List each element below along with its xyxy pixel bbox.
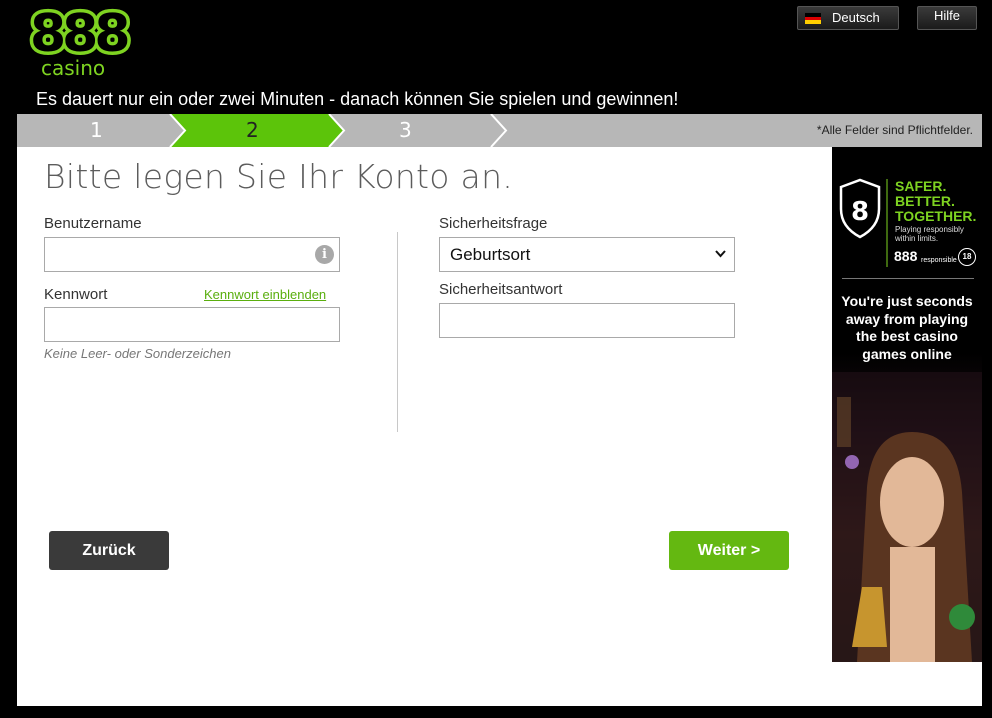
column-divider <box>397 232 398 432</box>
security-answer-input[interactable] <box>439 303 735 338</box>
security-question-select[interactable]: Geburtsort <box>439 237 735 272</box>
svg-text:8: 8 <box>851 197 869 227</box>
banner-brand: 888 <box>894 248 918 264</box>
banner-divider <box>842 278 974 279</box>
banner-text-4: games online <box>862 345 952 362</box>
step-2: 2 <box>246 118 259 142</box>
banner-small-2: within limits. <box>895 234 939 243</box>
password-label: Kennwort <box>44 286 108 303</box>
page-title: Bitte legen Sie Ihr Konto an. <box>44 157 514 196</box>
security-question-label: Sicherheitsfrage <box>439 215 548 232</box>
logo-888-casino[interactable]: 888 888 casino <box>27 4 135 81</box>
step-3: 3 <box>399 118 412 142</box>
banner-text-3: the best casino <box>856 328 958 344</box>
banner-slogan: SAFER. BETTER. TOGETHER. <box>895 179 976 224</box>
flag-germany-icon <box>805 13 821 24</box>
promo-banner[interactable]: 8 SAFER. BETTER. TOGETHER. Playing respo… <box>832 147 982 662</box>
logo-word: casino <box>41 56 106 80</box>
next-button[interactable]: Weiter > <box>669 531 789 570</box>
language-label: Deutsch <box>832 10 880 25</box>
chevron-down-icon <box>715 250 726 258</box>
banner-slogan-2: BETTER. <box>895 193 955 209</box>
password-hint: Keine Leer- oder Sonderzeichen <box>44 346 231 361</box>
banner-small-text: Playing responsibly within limits. <box>895 225 964 243</box>
info-icon[interactable]: i <box>315 245 334 264</box>
security-answer-label: Sicherheitsantwort <box>439 281 563 298</box>
language-button[interactable]: Deutsch <box>797 6 899 30</box>
security-question-value: Geburtsort <box>450 245 531 264</box>
logo-number-fill: 888 <box>30 4 131 64</box>
banner-slogan-1: SAFER. <box>895 178 947 194</box>
username-label: Benutzername <box>44 215 142 232</box>
back-button[interactable]: Zurück <box>49 531 169 570</box>
banner-text-1: You're just seconds <box>841 293 973 309</box>
registration-panel: Bitte legen Sie Ihr Konto an. Benutzerna… <box>17 147 982 706</box>
banner-slogan-3: TOGETHER. <box>895 208 977 224</box>
required-note: *Alle Felder sind Pflichtfelder. <box>816 123 973 137</box>
step-progress-bar: 1 2 3 *Alle Felder sind Pflichtfelder. <box>17 114 982 147</box>
username-input[interactable] <box>44 237 340 272</box>
step-1: 1 <box>90 118 103 142</box>
banner-small-1: Playing responsibly <box>895 225 964 234</box>
password-input[interactable] <box>44 307 340 342</box>
banner-message: You're just seconds away from playing th… <box>837 293 977 363</box>
tagline: Es dauert nur ein oder zwei Minuten - da… <box>36 89 679 109</box>
show-password-link[interactable]: Kennwort einblenden <box>204 287 326 302</box>
help-button[interactable]: Hilfe <box>917 6 977 30</box>
step-3-chevron <box>490 114 508 147</box>
banner-text-2: away from playing <box>845 310 969 327</box>
banner-brand-sub: responsible <box>921 257 957 264</box>
age-18-badge: 18 <box>958 248 976 266</box>
